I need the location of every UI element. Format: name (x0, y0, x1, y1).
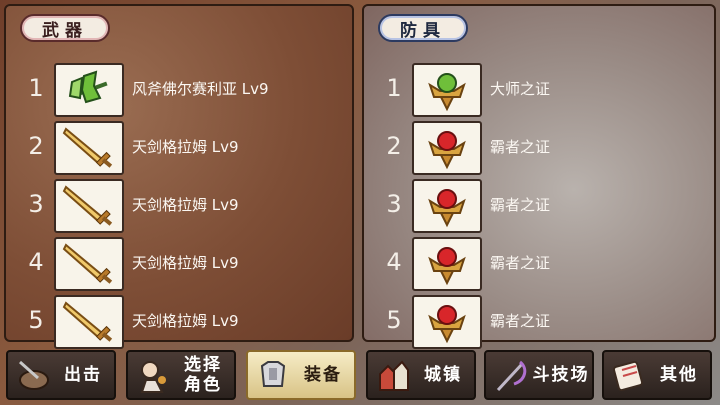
arena-label: 斗技场 (532, 365, 590, 385)
armor-row-2[interactable]: 2 霸者之证 (364, 120, 714, 176)
gold-sword-icon (62, 301, 113, 342)
armor-name-5: 霸者之证 (490, 312, 551, 330)
weapon-slot-3[interactable] (54, 179, 124, 233)
armor-slot-1[interactable] (412, 63, 482, 117)
armor-index-5: 5 (386, 306, 402, 334)
armor-slot-2[interactable] (412, 121, 482, 175)
weapon-name-3: 天剑格拉姆 Lv9 (132, 196, 239, 214)
character-icon (140, 361, 166, 393)
weapon-row-1[interactable]: 1 风斧佛尔赛利亚 Lv9 (6, 62, 352, 118)
gold-sword-icon (62, 127, 113, 168)
equipment-button[interactable]: 装备 (246, 350, 356, 400)
town-label: 城镇 (424, 365, 462, 385)
weapon-index-1: 1 (28, 74, 44, 102)
weapon-index-4: 4 (28, 248, 44, 276)
armor-name-4: 霸者之证 (490, 254, 551, 272)
weapon-index-5: 5 (28, 306, 44, 334)
red-gem-emblem-icon (428, 189, 466, 228)
armor-row-1[interactable]: 1 大师之证 (364, 62, 714, 118)
town-button[interactable]: 城镇 (366, 350, 476, 400)
other-scroll-icon (612, 360, 644, 392)
weapon-name-1: 风斧佛尔赛利亚 Lv9 (132, 80, 269, 98)
red-gem-emblem-icon (428, 305, 466, 344)
armor-slot-3[interactable] (412, 179, 482, 233)
town-icon (379, 360, 409, 391)
armor-index-2: 2 (386, 132, 402, 160)
arena-scythe-icon (496, 360, 527, 392)
equipment-label: 装备 (304, 365, 342, 385)
armor-index-4: 4 (386, 248, 402, 276)
armor-index-3: 3 (386, 190, 402, 218)
weapon-name-4: 天剑格拉姆 Lv9 (132, 254, 239, 272)
armor-slot-4[interactable] (412, 237, 482, 291)
sortie-button[interactable]: 出击 (6, 350, 116, 400)
select-character-label-line1: 选择 (184, 355, 222, 375)
weapon-row-4[interactable]: 4 天剑格拉姆 Lv9 (6, 236, 352, 292)
weapon-row-5[interactable]: 5 天剑格拉姆 Lv9 (6, 294, 352, 350)
green-axe-icon (68, 70, 108, 104)
red-gem-emblem-icon (428, 247, 466, 286)
bottom-nav: 出击 选择 角色 装备 城镇 斗技场 其他 (0, 346, 720, 405)
armor-name-2: 霸者之证 (490, 138, 551, 156)
armor-panel: 防具 1 大师之证 2 霸者之证 3 霸者之证 4 霸者之证 5 霸者之证 (362, 4, 716, 349)
armor-name-3: 霸者之证 (490, 196, 551, 214)
armor-row-5[interactable]: 5 霸者之证 (364, 294, 714, 350)
weapon-name-5: 天剑格拉姆 Lv9 (132, 312, 239, 330)
green-gem-emblem-icon (428, 73, 466, 112)
weapon-index-3: 3 (28, 190, 44, 218)
arena-button[interactable]: 斗技场 (484, 350, 594, 400)
armor-index-1: 1 (386, 74, 402, 102)
weapon-index-2: 2 (28, 132, 44, 160)
sortie-label: 出击 (64, 365, 102, 385)
armor-slot-5[interactable] (412, 295, 482, 349)
armor-title: 防具 (378, 14, 468, 42)
weapon-slot-4[interactable] (54, 237, 124, 291)
gold-sword-icon (62, 185, 113, 226)
armor-name-1: 大师之证 (490, 80, 551, 98)
sortie-icon (19, 360, 49, 390)
weapons-panel: 武器 1 风斧佛尔赛利亚 Lv9 2 天剑格拉姆 Lv9 3 天剑格拉姆 Lv9… (4, 4, 354, 349)
weapon-slot-2[interactable] (54, 121, 124, 175)
weapon-slot-1[interactable] (54, 63, 124, 117)
gold-sword-icon (62, 243, 113, 284)
select-character-button[interactable]: 选择 角色 (126, 350, 236, 400)
weapon-row-3[interactable]: 3 天剑格拉姆 Lv9 (6, 178, 352, 234)
select-character-label: 选择 角色 (172, 355, 234, 395)
weapon-slot-5[interactable] (54, 295, 124, 349)
weapon-name-2: 天剑格拉姆 Lv9 (132, 138, 239, 156)
other-button[interactable]: 其他 (602, 350, 712, 400)
other-label: 其他 (660, 365, 698, 385)
armor-row-3[interactable]: 3 霸者之证 (364, 178, 714, 234)
armor-row-4[interactable]: 4 霸者之证 (364, 236, 714, 292)
armor-icon (260, 361, 286, 387)
select-character-label-line2: 角色 (184, 375, 222, 395)
weapons-title: 武器 (20, 14, 110, 42)
red-gem-emblem-icon (428, 131, 466, 170)
weapon-row-2[interactable]: 2 天剑格拉姆 Lv9 (6, 120, 352, 176)
